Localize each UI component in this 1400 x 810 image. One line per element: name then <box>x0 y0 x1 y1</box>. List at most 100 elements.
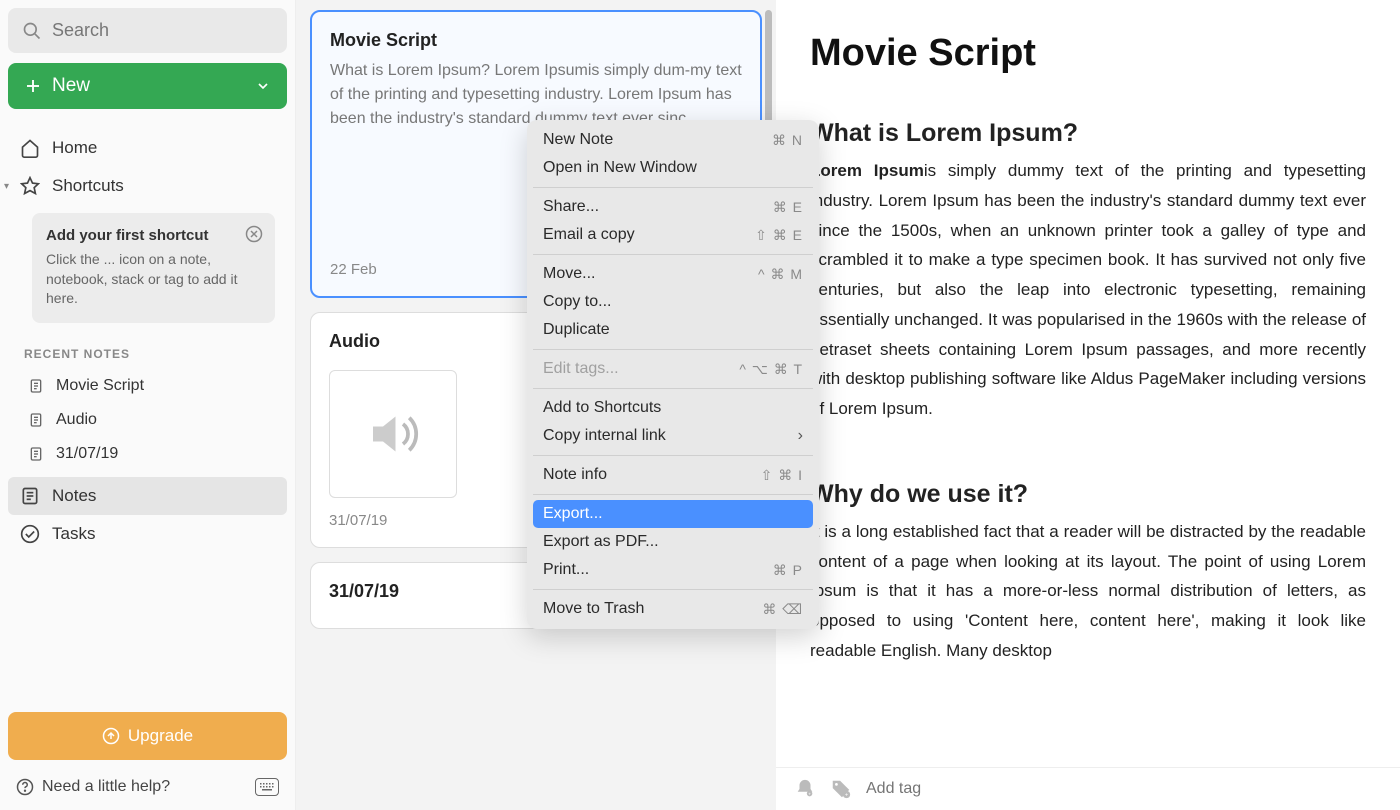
menu-shortcut: ^ ⌘ M <box>758 266 803 283</box>
tasks-label: Tasks <box>52 524 95 544</box>
upgrade-label: Upgrade <box>128 726 193 746</box>
menu-item[interactable]: Move... ^ ⌘ M <box>527 260 819 288</box>
menu-item[interactable]: Copy internal link › <box>527 422 819 450</box>
menu-item-label: Export as PDF... <box>543 533 659 551</box>
recent-notes-header: RECENT NOTES <box>8 339 287 369</box>
search-placeholder: Search <box>52 20 109 41</box>
menu-item[interactable]: Share... ⌘ E <box>527 193 819 221</box>
context-menu: New Note ⌘ N Open in New Window Share... ⌘ E… <box>527 120 819 629</box>
note-editor[interactable]: Movie Script What is Lorem Ipsum? Lorem … <box>776 0 1400 810</box>
audio-thumbnail <box>329 370 457 498</box>
menu-item-label: Move... <box>543 265 595 283</box>
menu-item-label: Copy to... <box>543 293 611 311</box>
chevron-down-icon[interactable] <box>255 78 271 94</box>
paragraph: Lorem Ipsumis simply dummy text of the p… <box>810 156 1366 424</box>
menu-item-label: Move to Trash <box>543 600 644 618</box>
svg-text:+: + <box>845 792 848 798</box>
menu-item[interactable]: Add to Shortcuts <box>527 394 819 422</box>
menu-item-label: Print... <box>543 561 589 579</box>
menu-item-label: Copy internal link <box>543 427 666 445</box>
recent-item-label: Audio <box>56 411 97 429</box>
menu-item-label: Export... <box>543 505 603 523</box>
shortcut-tip-card: Add your first shortcut Click the ... ic… <box>32 213 275 323</box>
chevron-down-icon[interactable]: ▾ <box>4 181 9 192</box>
upgrade-button[interactable]: Upgrade <box>8 712 287 760</box>
menu-item[interactable]: New Note ⌘ N <box>527 126 819 154</box>
menu-item[interactable]: Email a copy ⇧ ⌘ E <box>527 221 819 249</box>
new-label: New <box>52 75 90 97</box>
tip-body: Click the ... icon on a note, notebook, … <box>46 250 261 309</box>
recent-item-date[interactable]: 31/07/19 <box>8 437 287 471</box>
menu-separator <box>533 455 813 456</box>
help-icon <box>16 778 34 796</box>
section-heading: What is Lorem Ipsum? <box>810 119 1366 148</box>
menu-shortcut: ^ ⌥ ⌘ T <box>739 361 803 378</box>
recent-item-label: Movie Script <box>56 377 144 395</box>
menu-shortcut: ⇧ ⌘ I <box>761 467 803 484</box>
menu-item[interactable]: Open in New Window <box>527 154 819 182</box>
bold-text: Lorem Ipsum <box>810 161 924 180</box>
menu-shortcut: ⌘ P <box>773 562 803 579</box>
menu-item-label: Email a copy <box>543 226 635 244</box>
sidebar-item-notes[interactable]: Notes <box>8 477 287 515</box>
recent-item-movie-script[interactable]: Movie Script <box>8 369 287 403</box>
tag-add-icon[interactable]: + <box>830 778 852 800</box>
reminder-icon[interactable]: + <box>794 778 816 800</box>
paragraph: It is a long established fact that a rea… <box>810 517 1366 666</box>
plus-icon <box>24 77 42 95</box>
menu-item-label: Note info <box>543 466 607 484</box>
menu-item-label: Duplicate <box>543 321 610 339</box>
tasks-icon <box>20 524 40 544</box>
menu-item-label: Open in New Window <box>543 159 697 177</box>
menu-separator <box>533 349 813 350</box>
note-title: Movie Script <box>330 30 742 51</box>
recent-item-label: 31/07/19 <box>56 445 118 463</box>
menu-item: Edit tags...^ ⌥ ⌘ T <box>527 355 819 383</box>
tag-input[interactable] <box>866 780 1382 798</box>
keyboard-icon[interactable] <box>255 778 279 796</box>
menu-item[interactable]: Export... <box>533 500 813 528</box>
star-icon <box>20 176 40 196</box>
help-label: Need a little help? <box>42 778 170 796</box>
sidebar-item-shortcuts[interactable]: ▾ Shortcuts <box>8 167 287 205</box>
menu-shortcut: ⌘ N <box>772 132 803 149</box>
sidebar-item-home[interactable]: Home <box>8 129 287 167</box>
paragraph-text: is simply dummy text of the printing and… <box>810 161 1366 418</box>
shortcuts-label: Shortcuts <box>52 176 124 196</box>
menu-separator <box>533 494 813 495</box>
notes-label: Notes <box>52 486 96 506</box>
menu-separator <box>533 589 813 590</box>
sidebar-item-tasks[interactable]: Tasks <box>8 515 287 553</box>
menu-shortcut: ⌘ ⌫ <box>762 601 803 618</box>
section-heading: Why do we use it? <box>810 480 1366 509</box>
upgrade-icon <box>102 727 120 745</box>
new-button[interactable]: New <box>8 63 287 109</box>
menu-item-label: New Note <box>543 131 613 149</box>
chevron-right-icon: › <box>798 427 803 445</box>
note-icon <box>28 378 44 394</box>
menu-item[interactable]: Export as PDF... <box>527 528 819 556</box>
menu-shortcut: ⌘ E <box>773 199 803 216</box>
menu-separator <box>533 187 813 188</box>
menu-item[interactable]: Duplicate <box>527 316 819 344</box>
note-icon <box>28 446 44 462</box>
notes-icon <box>20 486 40 506</box>
menu-item-label: Share... <box>543 198 599 216</box>
speaker-icon <box>363 404 423 464</box>
menu-item[interactable]: Note info ⇧ ⌘ I <box>527 461 819 489</box>
close-icon[interactable] <box>245 225 263 248</box>
search-icon <box>22 21 42 41</box>
menu-separator <box>533 388 813 389</box>
search-input[interactable]: Search <box>8 8 287 53</box>
note-icon <box>28 412 44 428</box>
menu-item-label: Add to Shortcuts <box>543 399 661 417</box>
menu-shortcut: ⇧ ⌘ E <box>755 227 803 244</box>
menu-item[interactable]: Move to Trash ⌘ ⌫ <box>527 595 819 623</box>
help-link[interactable]: Need a little help? <box>16 778 170 796</box>
tip-title: Add your first shortcut <box>46 227 261 244</box>
menu-item[interactable]: Copy to... <box>527 288 819 316</box>
menu-item[interactable]: Print... ⌘ P <box>527 556 819 584</box>
recent-item-audio[interactable]: Audio <box>8 403 287 437</box>
svg-text:+: + <box>808 791 811 796</box>
home-icon <box>20 138 40 158</box>
